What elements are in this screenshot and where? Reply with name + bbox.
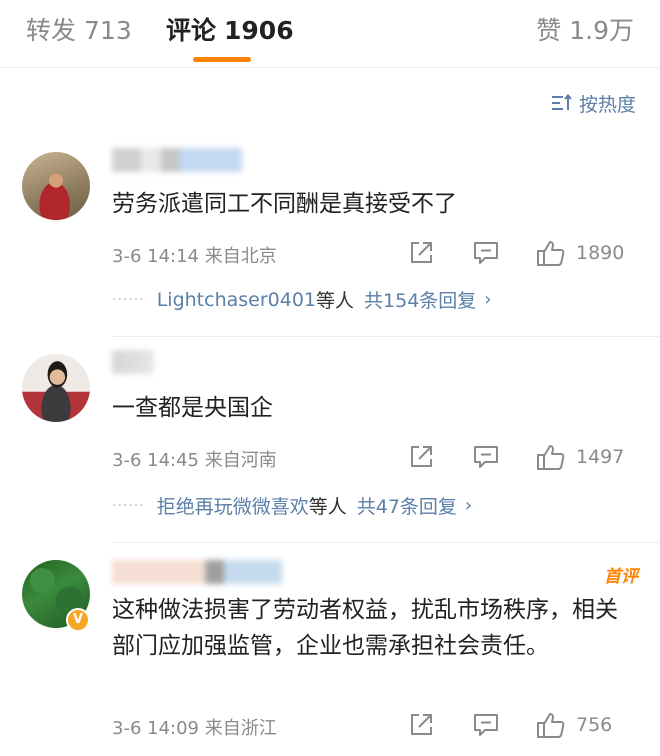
username-redacted[interactable]: [112, 350, 154, 374]
reply-username[interactable]: 拒绝再玩微微喜欢: [157, 492, 309, 519]
avatar[interactable]: [22, 354, 90, 422]
tab-likes-label: 赞: [536, 16, 562, 45]
comment-location: 来自浙江: [204, 718, 277, 739]
share-icon: [411, 714, 432, 735]
tab-forward[interactable]: 转发 713: [26, 14, 132, 48]
comment-time: 3-6 14:09: [112, 718, 199, 739]
divider: [112, 336, 660, 337]
username-redacted[interactable]: [112, 560, 282, 584]
like-button[interactable]: 756: [536, 710, 612, 740]
thumbs-up-icon: [537, 445, 565, 470]
like-button[interactable]: 1890: [536, 238, 624, 268]
tab-likes[interactable]: 赞 1.9万: [536, 14, 634, 48]
thumbs-up-icon: [537, 713, 565, 738]
comment-icon: [474, 242, 498, 264]
tab-comments[interactable]: 评论 1906: [166, 14, 294, 48]
reply-suffix: 等人: [308, 496, 347, 518]
reply-username[interactable]: Lightchaser0401: [157, 289, 316, 311]
tab-likes-count: 1.9万: [569, 16, 634, 45]
sort-by-hot-button[interactable]: 按热度: [551, 90, 636, 116]
comment-icon: [474, 446, 498, 468]
divider: [112, 542, 660, 543]
comment-meta: 3-6 14:09 来自浙江: [112, 714, 277, 740]
share-icon: [411, 242, 432, 263]
comment-text: 一查都是央国企: [112, 395, 273, 421]
reply-button[interactable]: [472, 710, 500, 740]
like-count: 1890: [576, 242, 625, 264]
comment-location: 来自河南: [204, 450, 277, 471]
sort-label: 按热度: [578, 93, 636, 116]
reply-total[interactable]: 共47条回复: [357, 492, 457, 519]
view-replies-link[interactable]: ······ 拒绝再玩微微喜欢 等人 共47条回复 ›: [112, 492, 472, 519]
active-tab-indicator: [193, 57, 251, 62]
comment-actions: 756: [408, 710, 638, 740]
comment-actions: 1890: [408, 238, 638, 268]
share-button[interactable]: [408, 710, 434, 740]
sort-icon: [551, 94, 573, 112]
comment-time: 3-6 14:45: [112, 450, 199, 471]
chevron-right-icon: ›: [464, 495, 473, 516]
reply-button[interactable]: [472, 238, 500, 268]
tab-comments-count: 1906: [224, 16, 294, 45]
comment-meta: 3-6 14:45 来自河南: [112, 446, 277, 472]
comment-text: 劳务派遣同工不同酬是真接受不了: [112, 191, 457, 217]
share-button[interactable]: [408, 238, 434, 268]
like-button[interactable]: 1497: [536, 442, 624, 472]
reply-button[interactable]: [472, 442, 500, 472]
reply-suffix: 等人: [316, 290, 355, 312]
comment-actions: 1497: [408, 442, 638, 472]
reply-total[interactable]: 共154条回复: [364, 286, 476, 313]
comment-item: V 首评 这种做法损害了劳动者权益，扰乱市场秩序，相关部门应加强监管，企业也需承…: [0, 548, 660, 756]
reply-dots: ······: [112, 497, 145, 514]
like-count: 756: [576, 714, 613, 736]
comment-item: 一查都是央国企 3-6 14:45 来自河南 1497 ······ 拒绝再玩微…: [0, 340, 660, 540]
first-comment-badge: 首评: [604, 567, 638, 587]
like-count: 1497: [576, 446, 625, 468]
username-redacted[interactable]: [112, 148, 242, 172]
thumbs-up-icon: [537, 241, 565, 266]
comment-text: 这种做法损害了劳动者权益，扰乱市场秩序，相关部门应加强监管，企业也需承担社会责任…: [112, 597, 618, 659]
tab-forward-count: 713: [84, 16, 132, 45]
tab-forward-label: 转发: [26, 16, 77, 45]
tab-bar: 转发 713 评论 1906 赞 1.9万: [0, 0, 660, 68]
comment-icon: [474, 714, 498, 736]
comment-item: 劳务派遣同工不同酬是真接受不了 3-6 14:14 来自北京 1890 ····…: [0, 138, 660, 336]
verified-badge: V: [66, 608, 90, 632]
view-replies-link[interactable]: ······ Lightchaser0401 等人 共154条回复 ›: [112, 286, 492, 313]
share-icon: [411, 446, 432, 467]
comment-meta: 3-6 14:14 来自北京: [112, 242, 277, 268]
comment-time: 3-6 14:14: [112, 246, 199, 267]
chevron-right-icon: ›: [484, 289, 492, 310]
avatar[interactable]: [22, 152, 90, 220]
comment-location: 来自北京: [204, 246, 277, 267]
tab-comments-label: 评论: [166, 16, 217, 45]
reply-dots: ······: [112, 291, 145, 308]
share-button[interactable]: [408, 442, 434, 472]
